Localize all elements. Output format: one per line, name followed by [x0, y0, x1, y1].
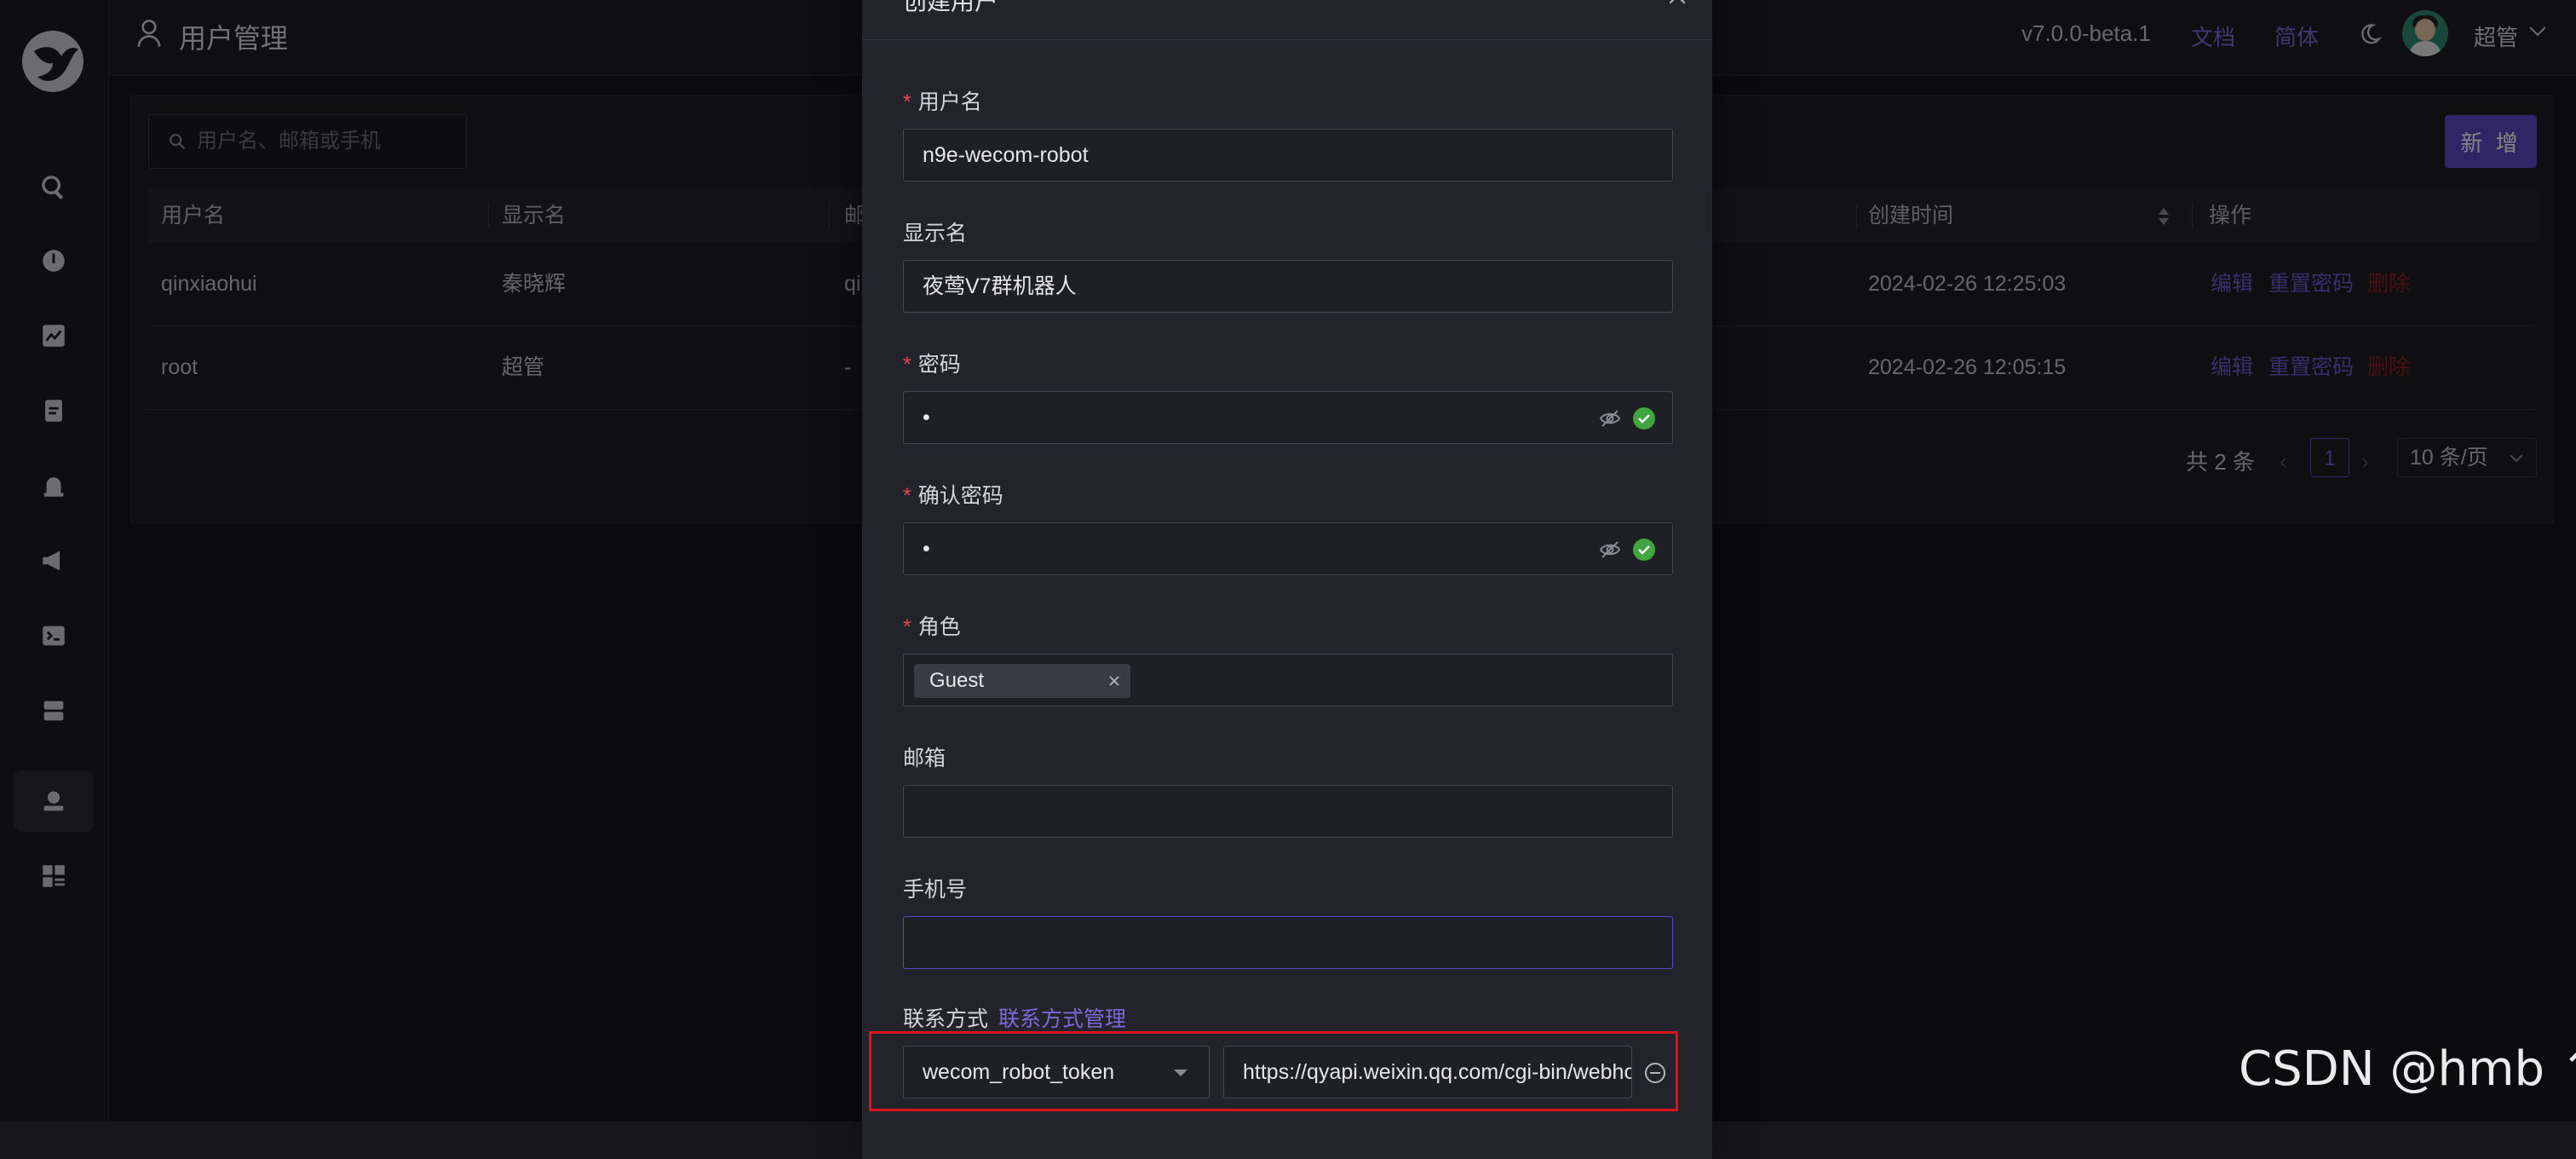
eye-hidden-icon[interactable] — [1599, 407, 1621, 430]
email-label: 邮箱 — [903, 747, 946, 770]
remove-contact-icon[interactable] — [1644, 1062, 1666, 1084]
contact-type-value: wecom_robot_token — [923, 1060, 1115, 1084]
close-icon[interactable] — [1108, 675, 1120, 687]
valid-check-icon — [1633, 407, 1655, 430]
email-field[interactable] — [903, 785, 1673, 838]
phone-field[interactable] — [903, 916, 1673, 969]
password-field[interactable]: • — [903, 391, 1673, 444]
role-select[interactable]: Guest — [903, 654, 1673, 706]
modal-title: 创建用户 — [903, 0, 999, 14]
contact-label: 联系方式 联系方式管理 — [903, 1007, 1127, 1031]
contact-type-select[interactable]: wecom_robot_token — [903, 1046, 1210, 1098]
display-name-value: 夜莺V7群机器人 — [923, 274, 1077, 298]
role-tag: Guest — [914, 664, 1130, 698]
confirm-password-value: • — [923, 537, 930, 561]
valid-check-icon — [1633, 539, 1655, 561]
csdn-watermark: CSDN @hmb ↑ — [2239, 1041, 2576, 1097]
confirm-password-field[interactable]: • — [903, 522, 1673, 575]
close-icon[interactable] — [1666, 0, 1688, 7]
contact-value-field[interactable]: https://qyapi.weixin.qq.com/cgi-bin/webh… — [1223, 1046, 1632, 1098]
caret-down-icon — [1174, 1070, 1187, 1076]
username-field[interactable]: n9e-wecom-robot — [903, 129, 1673, 182]
contact-value: https://qyapi.weixin.qq.com/cgi-bin/webh… — [1243, 1060, 1631, 1084]
username-label: * 用户名 — [903, 90, 982, 114]
confirm-password-label: * 确认密码 — [903, 484, 1003, 508]
phone-label: 手机号 — [903, 878, 968, 902]
contact-manage-link[interactable]: 联系方式管理 — [998, 1007, 1126, 1031]
display-name-field[interactable]: 夜莺V7群机器人 — [903, 260, 1673, 313]
role-label: * 角色 — [903, 615, 961, 639]
password-value: • — [923, 406, 930, 430]
password-label: * 密码 — [903, 353, 961, 377]
display-name-label: 显示名 — [903, 222, 968, 245]
username-value: n9e-wecom-robot — [923, 143, 1089, 167]
eye-hidden-icon[interactable] — [1599, 539, 1621, 561]
role-tag-label: Guest — [929, 669, 985, 692]
